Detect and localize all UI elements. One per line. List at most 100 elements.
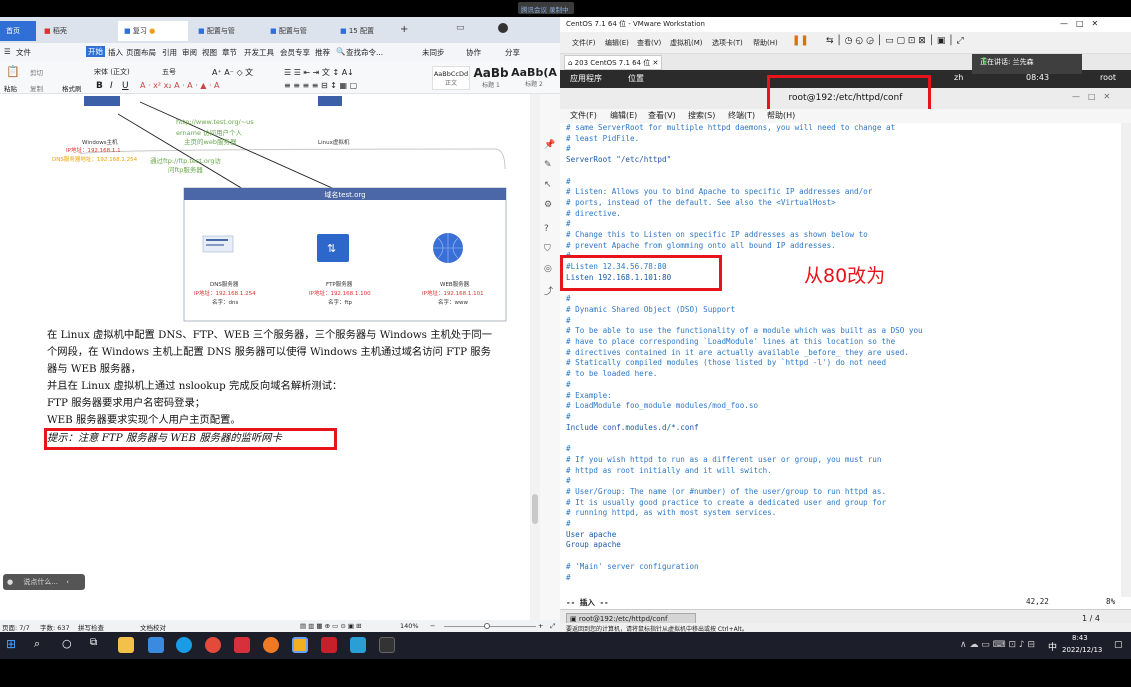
term-menu-search[interactable]: 搜索(S) <box>688 110 715 121</box>
sliders-icon[interactable]: ⚙ <box>544 200 552 210</box>
avatar[interactable] <box>498 23 508 33</box>
fullscreen-icon[interactable]: ⤢ <box>550 622 555 631</box>
menu-start[interactable]: 开始 <box>86 46 105 57</box>
mail-icon[interactable] <box>148 637 164 653</box>
tab-review-doc[interactable]: ■ 复习 ● <box>118 21 188 41</box>
notification-icon[interactable]: ▢ <box>1114 640 1123 650</box>
terminal-content[interactable]: # same ServerRoot for multiple httpd dae… <box>560 123 1131 603</box>
pen-icon[interactable]: ✎ <box>544 160 552 170</box>
italic-button[interactable]: I <box>110 81 113 91</box>
menu-member[interactable]: 会员专享 <box>280 47 310 58</box>
bold-button[interactable]: B <box>96 81 103 91</box>
places-menu[interactable]: 位置 <box>628 73 644 84</box>
vm-tab[interactable]: ⌂ 203 CentOS 7.1 64 位 ✕ <box>564 55 662 70</box>
vertical-scrollbar[interactable] <box>530 94 540 620</box>
font-size-select[interactable]: 五号 <box>162 67 176 77</box>
shield-icon[interactable]: ⛉ <box>544 244 551 254</box>
underline-button[interactable]: U <box>122 81 129 91</box>
menu-sync[interactable]: 未同步 <box>422 47 445 58</box>
term-menu-help[interactable]: 帮助(H) <box>767 110 795 121</box>
lang-indicator[interactable]: zh <box>954 73 963 82</box>
menu-recommend[interactable]: 推荐 <box>315 47 330 58</box>
menu-insert[interactable]: 插入 <box>108 47 123 58</box>
terminal-task-icon[interactable] <box>379 637 395 653</box>
vm-menu-tabs[interactable]: 选项卡(T) <box>712 38 743 48</box>
paste-label[interactable]: 粘贴 <box>4 83 17 93</box>
font-color-icon[interactable]: A · x² x₂ A · A · ▲ · A <box>140 81 220 90</box>
format-painter-button[interactable]: 格式刷 <box>62 83 82 93</box>
vm-toolbar-icons[interactable]: ⇆ │ ◷ ◵ ◶ │ ▭ ▢ ⊡ ⊠ │ ▣ │ ⤢ <box>826 36 964 46</box>
search-icon[interactable]: ⌕ <box>34 637 50 653</box>
zoom-slider[interactable] <box>444 626 536 627</box>
document-page[interactable]: ⇅ Windows主机 IP地址：192.168.1.1 DNS服务器地址：19… <box>0 94 530 620</box>
pause-icon[interactable]: ❚❚ <box>792 35 809 46</box>
pin-icon[interactable]: 📌 <box>544 140 555 150</box>
view-mode-icons[interactable]: ▤ ▥ ▦ ⊕ ▭ ⊙ ▣ ⊞ <box>300 622 362 630</box>
start-icon[interactable]: ⊞ <box>6 637 22 653</box>
tray-time[interactable]: 8:43 <box>1072 634 1088 642</box>
tab-docer[interactable]: ■ 稻壳 <box>38 21 108 41</box>
tray-icons[interactable]: ∧ ☁ ▭ ⌨ ⊡ ♪ ⊟ <box>960 640 1035 650</box>
zoom-out-icon[interactable]: − <box>430 622 435 630</box>
zoom-in-icon[interactable]: + <box>538 622 543 630</box>
tab-doc-4[interactable]: ■ 配置与管 <box>264 21 334 41</box>
term-menu-view[interactable]: 查看(V) <box>648 110 676 121</box>
term-menu-edit[interactable]: 编辑(E) <box>610 110 637 121</box>
zoom-level[interactable]: 140% <box>400 622 419 630</box>
style-heading2[interactable]: AaBb(A 标题 2 <box>510 66 558 90</box>
tab-doc-5[interactable]: ■ 15 配置 <box>334 21 396 41</box>
apps-menu[interactable]: 应用程序 <box>570 73 602 84</box>
copy-button[interactable]: 复制 <box>30 83 43 93</box>
meeting-indicator[interactable]: 腾讯会议 录制中 <box>518 2 574 14</box>
cortana-icon[interactable]: ○ <box>62 637 78 653</box>
list-icons[interactable]: ☰ ☰ ⇤ ⇥ 文 ↕ A↓ <box>284 67 354 78</box>
help-icon[interactable]: ? <box>544 224 549 234</box>
cut-button[interactable]: 剪切 <box>30 67 43 77</box>
menu-file[interactable]: 文件 <box>16 47 31 58</box>
paste-icon[interactable]: 📋 <box>6 65 20 78</box>
style-normal[interactable]: AaBbCcDd 正文 <box>432 66 470 90</box>
search-icon[interactable]: 🔍 <box>336 47 345 56</box>
vm-menu-help[interactable]: 帮助(H) <box>753 38 778 48</box>
vm-menu-view[interactable]: 查看(V) <box>637 38 661 48</box>
chat-input[interactable]: ● 说点什么... ‹ <box>3 574 85 590</box>
meeting-task-icon[interactable] <box>350 637 366 653</box>
user-menu[interactable]: root <box>1100 73 1116 82</box>
font-grow-icon[interactable]: A⁺ A⁻ ◇ 文 <box>212 67 253 78</box>
style-heading1[interactable]: AaBb 标题 1 <box>472 66 510 90</box>
menu-dev[interactable]: 开发工具 <box>244 47 274 58</box>
task-view-icon[interactable]: ⧉ <box>90 637 106 653</box>
edge-icon[interactable] <box>176 637 192 653</box>
menu-icon[interactable]: ☰ <box>4 47 11 56</box>
cursor-icon[interactable]: ↖ <box>544 180 552 190</box>
workspace-pager[interactable]: 1 / 4 <box>1082 614 1100 623</box>
clock[interactable]: 08:43 <box>1026 73 1049 82</box>
vm-menu-vm[interactable]: 虚拟机(M) <box>670 38 703 48</box>
vm-menu-edit[interactable]: 编辑(E) <box>605 38 629 48</box>
align-icons[interactable]: ≡ ≡ ≡ ≡ ⊟ ↕ ▦ ▢ <box>284 81 357 90</box>
terminal-scrollbar[interactable] <box>1121 123 1131 603</box>
menu-share[interactable]: 分享 <box>505 47 520 58</box>
location-icon[interactable]: ◎ <box>544 264 552 274</box>
new-tab-button[interactable]: + <box>398 21 412 41</box>
ime-indicator[interactable]: 中 <box>1048 640 1057 653</box>
spell-check-button[interactable]: 拼写检查 <box>78 622 104 632</box>
window-controls[interactable]: — □ ✕ <box>1060 18 1098 29</box>
menu-collab[interactable]: 协作 <box>466 47 481 58</box>
font-select[interactable]: 宋体 (正文) <box>94 67 130 77</box>
file-explorer-icon[interactable] <box>118 637 134 653</box>
app-icon[interactable] <box>234 637 250 653</box>
term-menu-file[interactable]: 文件(F) <box>570 110 597 121</box>
menu-review[interactable]: 审阅 <box>182 47 197 58</box>
tray-date[interactable]: 2022/12/13 <box>1062 646 1102 654</box>
term-menu-terminal[interactable]: 终端(T) <box>728 110 755 121</box>
proofread-button[interactable]: 文档校对 <box>140 622 166 632</box>
scroll-thumb[interactable] <box>532 494 538 524</box>
chrome-icon[interactable] <box>205 637 221 653</box>
tab-doc-3[interactable]: ■ 配置与管 <box>192 21 262 41</box>
firefox-icon[interactable] <box>263 637 279 653</box>
window-layout-icon[interactable]: ▭ <box>456 23 465 33</box>
menu-chapter[interactable]: 章节 <box>222 47 237 58</box>
chevron-left-icon[interactable]: ‹ <box>66 578 69 586</box>
menu-search[interactable]: 查找命令... <box>346 47 383 58</box>
